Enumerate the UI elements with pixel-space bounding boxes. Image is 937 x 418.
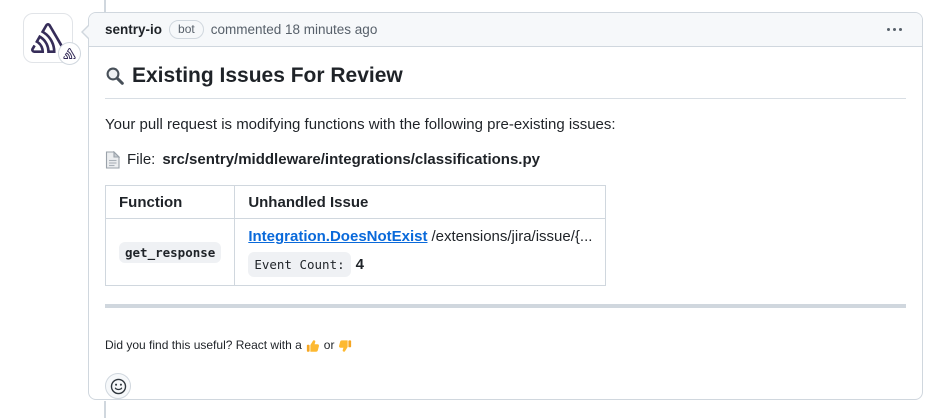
feedback-prompt-or: or (324, 338, 335, 353)
author-avatar[interactable] (23, 13, 73, 63)
issue-cell: Integration.DoesNotExist/extensions/jira… (235, 219, 606, 286)
issue-line: Integration.DoesNotExist/extensions/jira… (248, 227, 592, 246)
kebab-menu-icon[interactable] (883, 24, 906, 35)
comment-header: sentry-io bot commented 18 minutes ago (89, 13, 922, 47)
thumbs-down-icon (338, 339, 352, 353)
smiley-icon (110, 378, 127, 395)
intro-text: Your pull request is modifying functions… (105, 115, 906, 134)
comment-action-text: commented 18 minutes ago (211, 22, 378, 37)
file-line: File: src/sentry/middleware/integrations… (105, 150, 906, 169)
timestamp-link[interactable]: 18 minutes ago (285, 22, 377, 37)
issue-link[interactable]: Integration.DoesNotExist (248, 228, 427, 245)
feedback-prompt-prefix: Did you find this useful? React with a (105, 338, 302, 353)
issues-heading-text: Existing Issues For Review (132, 63, 403, 89)
col-header-function: Function (106, 186, 235, 219)
file-label: File: (127, 150, 155, 169)
issue-path: /extensions/jira/issue/{... (432, 228, 593, 245)
issues-heading: Existing Issues For Review (105, 63, 906, 99)
section-divider (105, 304, 906, 308)
file-page-icon (105, 151, 120, 169)
function-cell: get_response (106, 219, 235, 286)
thumbs-up-icon (306, 339, 320, 353)
table-row: get_response Integration.DoesNotExist/ex… (106, 219, 606, 286)
magnifier-icon (105, 66, 125, 86)
comment-body: Existing Issues For Review Your pull req… (89, 47, 922, 415)
author-link[interactable]: sentry-io (105, 22, 162, 37)
pr-comment-card: sentry-io bot commented 18 minutes ago E… (88, 12, 923, 400)
file-path: src/sentry/middleware/integrations/class… (162, 150, 540, 169)
action-label: commented (211, 22, 282, 37)
event-count-value: 4 (356, 255, 364, 274)
bot-label-pill: bot (169, 20, 204, 39)
col-header-unhandled-issue: Unhandled Issue (235, 186, 606, 219)
speech-caret-fill (83, 24, 91, 40)
event-count-line: Event Count: 4 (248, 252, 592, 277)
add-reaction-button[interactable] (105, 373, 131, 399)
bot-badge-sentry-logo-icon (58, 42, 81, 65)
feedback-prompt: Did you find this useful? React with a o… (105, 338, 906, 353)
issues-table: Function Unhandled Issue get_response In… (105, 185, 606, 286)
function-name-code: get_response (119, 242, 221, 263)
event-count-label: Event Count: (248, 252, 350, 277)
table-header-row: Function Unhandled Issue (106, 186, 606, 219)
